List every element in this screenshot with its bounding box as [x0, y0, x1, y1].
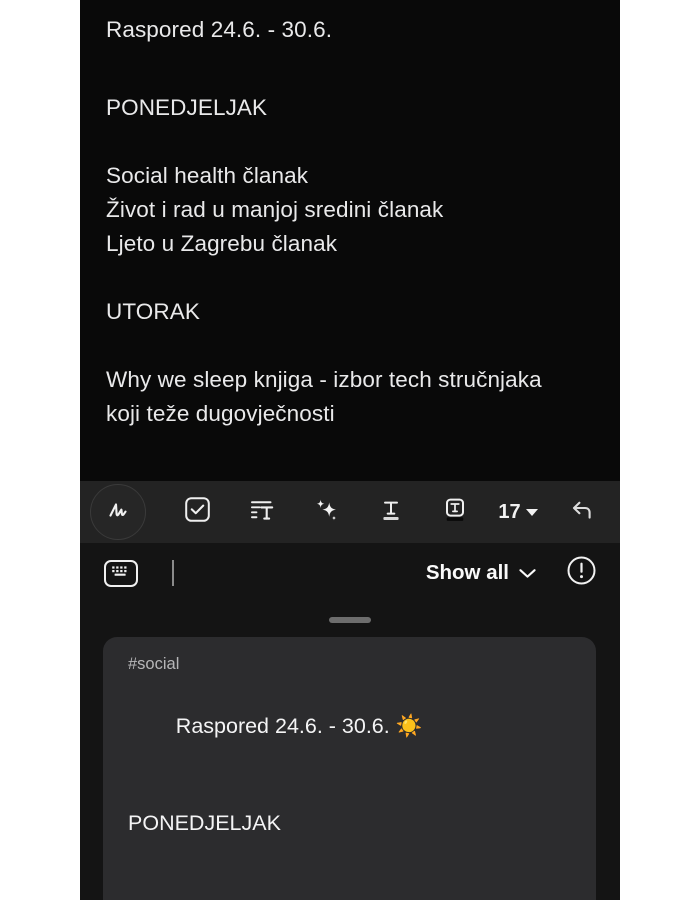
paragraph-style-button[interactable] — [237, 487, 287, 537]
note-day-heading-tuesday[interactable]: UTORAK — [80, 295, 620, 329]
undo-arrow-icon — [566, 495, 596, 530]
bottom-sheet: #social Raspored 24.6. - 30.6. ☀️ PONEDJ… — [80, 603, 620, 900]
alert-button[interactable] — [565, 555, 598, 591]
preview-day-heading: PONEDJELJAK — [128, 811, 281, 835]
sun-emoji: ☀️ — [395, 714, 423, 739]
show-all-dropdown[interactable]: Show all — [426, 561, 537, 585]
note-item-line[interactable]: Why we sleep knjiga - izbor tech stručnj… — [80, 363, 620, 397]
ai-assist-button[interactable] — [301, 487, 351, 537]
paragraph-style-icon — [248, 496, 276, 529]
checklist-button[interactable] — [172, 487, 222, 537]
editor-blank-line — [80, 47, 620, 91]
exclamation-circle-icon — [566, 555, 597, 591]
text-highlight-button[interactable] — [430, 487, 480, 537]
undo-button[interactable] — [556, 487, 606, 537]
text-color-button[interactable] — [366, 487, 416, 537]
text-color-icon — [377, 496, 405, 529]
note-editor-body[interactable]: Raspored 24.6. - 30.6. PONEDJELJAK Socia… — [80, 0, 620, 481]
preview-item-line: Social health članak 📝 — [128, 871, 571, 900]
preview-blank-line — [128, 776, 571, 807]
drag-handle[interactable] — [329, 617, 371, 623]
editor-top-padding — [80, 0, 620, 13]
note-day-heading-monday[interactable]: PONEDJELJAK — [80, 91, 620, 125]
input-toolbar: Show all — [80, 543, 620, 603]
text-highlight-icon — [441, 496, 469, 529]
note-item-line[interactable]: koji teže dugovječnosti — [80, 397, 620, 431]
keyboard-icon — [110, 564, 132, 583]
text-cursor-indicator — [172, 560, 174, 586]
font-size-selector[interactable]: 17 — [494, 501, 541, 524]
show-all-label: Show all — [425, 561, 509, 584]
note-item-line[interactable]: Život i rad u manjoj sredini članak — [80, 193, 620, 227]
note-title-line[interactable]: Raspored 24.6. - 30.6. — [80, 13, 620, 47]
preview-blank-line — [128, 840, 571, 871]
editor-blank-line — [80, 329, 620, 363]
note-preview-card[interactable]: #social Raspored 24.6. - 30.6. ☀️ PONEDJ… — [103, 637, 596, 900]
chevron-down-icon — [518, 561, 537, 585]
preview-title-text: Raspored 24.6. - 30.6. — [175, 714, 396, 738]
preview-title-line: Raspored 24.6. - 30.6. ☀️ — [128, 677, 571, 776]
chevron-down-icon — [525, 508, 538, 516]
note-item-line[interactable]: Ljeto u Zagrebu članak — [80, 227, 620, 261]
handwriting-mode-button[interactable] — [90, 484, 146, 540]
note-item-line[interactable]: Social health članak — [80, 159, 620, 193]
format-toolbar: 17 — [80, 481, 620, 543]
font-size-value: 17 — [498, 500, 521, 523]
handwriting-icon — [105, 497, 131, 528]
notes-app-panel: Raspored 24.6. - 30.6. PONEDJELJAK Socia… — [80, 0, 620, 900]
editor-blank-line — [80, 261, 620, 295]
editor-blank-line — [80, 125, 620, 159]
keyboard-button[interactable] — [104, 559, 138, 587]
note-tag[interactable]: #social — [128, 651, 571, 677]
sparkles-icon — [312, 496, 340, 529]
checkbox-checked-icon — [184, 496, 211, 528]
